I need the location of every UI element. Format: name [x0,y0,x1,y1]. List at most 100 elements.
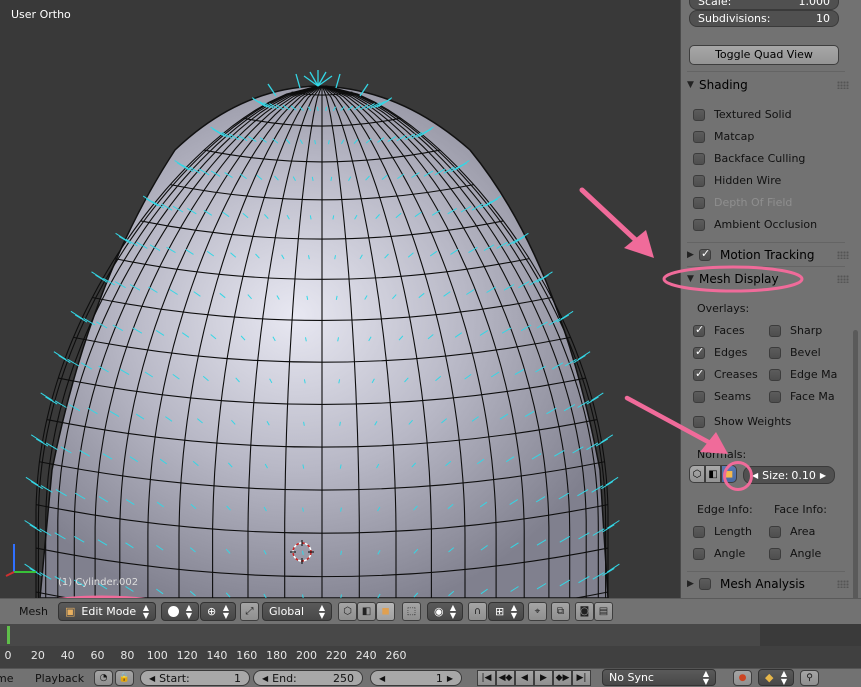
shading-option[interactable]: Hidden Wire [693,174,781,187]
edge-select-icon[interactable]: ◧ [357,602,376,621]
shading-mode-selector[interactable]: ▲ ▼ [161,602,199,621]
show-weights-checkbox[interactable] [693,415,705,428]
overlay-option-checkbox[interactable] [693,323,705,337]
mesh-render[interactable] [0,0,680,598]
face-info-option[interactable]: Angle [769,547,821,560]
keying-set-icon[interactable]: ◔ [94,670,113,686]
3d-viewport[interactable]: User Ortho (1) Cylinder.002 [0,0,680,598]
lock-icon[interactable]: 🔒 [115,670,134,686]
dropdown-arrows-icon: ▲ ▼ [449,602,456,620]
next-keyframe-icon[interactable]: ◆▶ [553,670,572,686]
play-reverse-icon[interactable]: ◀ [515,670,534,686]
overlay-option[interactable]: Bevel [769,346,821,359]
overlay-option[interactable]: Creases [693,367,758,381]
overlay-option[interactable]: Face Ma [769,390,835,403]
frame-tick-label: 20 [30,649,45,662]
edge-info-option[interactable]: Angle [693,547,745,560]
overlay-option[interactable]: Faces [693,323,745,337]
shading-option[interactable]: Matcap [693,130,754,143]
object-label: (1) Cylinder.002 [58,577,139,588]
snap-magnet-icon[interactable]: ∩ [468,602,487,621]
face-info-option[interactable]: Area [769,525,815,538]
face-select-icon[interactable]: ◼ [376,602,395,621]
show-weights-toggle[interactable]: Show Weights [693,415,791,428]
overlay-option-checkbox[interactable] [693,345,705,359]
grip-icon[interactable] [837,251,849,259]
overlay-option[interactable]: Sharp [769,324,822,337]
copy-icon[interactable]: ⧉ [551,602,570,621]
pivot-point-selector[interactable]: ⊕ ▲ ▼ [200,602,236,621]
grip-icon[interactable] [837,81,849,89]
current-frame-marker[interactable] [7,626,10,644]
view-menu[interactable]: me [0,672,13,685]
shading-option-checkbox[interactable] [693,218,705,231]
edge-info-option-checkbox[interactable] [693,547,705,560]
motion-tracking-checkbox[interactable] [699,247,711,261]
overlay-option-label: Edges [714,346,748,359]
properties-scrollbar[interactable] [853,330,858,598]
mesh-display-panel-header[interactable]: ▼ Mesh Display [687,269,849,289]
snap-target-icon[interactable]: ⌖ [528,602,547,621]
manipulator-icon[interactable]: ⤢ [240,602,259,621]
edge-info-option-checkbox[interactable] [693,525,705,538]
vertex-normals-icon[interactable]: ⬡ [689,465,705,483]
grip-icon[interactable] [837,275,849,283]
current-frame-field[interactable]: ◀ 1 ▶ [370,670,462,686]
shading-option[interactable]: Ambient Occlusion [693,218,817,231]
record-icon[interactable]: ● [733,670,752,686]
shading-option-checkbox[interactable] [693,174,705,187]
mesh-menu[interactable]: Mesh [19,605,48,618]
playback-menu[interactable]: Playback [35,672,84,685]
subdivisions-field[interactable]: Subdivisions: 10 [689,10,839,27]
overlay-option-checkbox[interactable] [769,324,781,337]
normals-size-field[interactable]: ◀ Size: 0.10 ▶ [743,466,835,484]
overlay-option[interactable]: Edges [693,345,748,359]
orientation-selector[interactable]: Global ▲ ▼ [262,602,332,621]
render-camera-icon[interactable]: ◙ [575,602,594,621]
toggle-quad-view-button[interactable]: Toggle Quad View [689,45,839,65]
shading-option: Depth Of Field [693,196,792,209]
keying-tool-icon[interactable]: ⚲ [800,670,819,686]
sync-selector[interactable]: No Sync ▲ ▼ [602,669,716,686]
play-icon[interactable]: ▶ [534,670,553,686]
timeline[interactable]: 0 20 40 60 80 100 120 140 160 180 200 220 240 260 [0,624,861,668]
mesh-analysis-checkbox[interactable] [699,578,711,590]
prev-keyframe-icon[interactable]: ◀◆ [496,670,515,686]
overlay-option-checkbox[interactable] [693,367,705,381]
shading-option[interactable]: Textured Solid [693,108,792,121]
scale-field[interactable]: Scale: 1.000 [689,0,839,10]
mesh-analysis-panel-header[interactable]: ▶ Mesh Analysis [687,574,849,594]
keying-type-selector[interactable]: ◆ ▲ ▼ [758,669,794,686]
start-frame-field[interactable]: ◀ Start: 1 [140,670,250,686]
shading-panel-header[interactable]: ▼ Shading [687,75,849,95]
motion-tracking-panel-header[interactable]: ▶ Motion Tracking [687,245,849,265]
shading-option-checkbox[interactable] [693,108,705,121]
face-info-option-checkbox[interactable] [769,525,781,538]
face-info-option-checkbox[interactable] [769,547,781,560]
clapboard-icon[interactable]: ▤ [594,602,613,621]
overlay-option-checkbox[interactable] [769,390,781,403]
vertex-select-icon[interactable]: ⬡ [338,602,357,621]
limit-selection-icon[interactable]: ⬚ [402,602,421,621]
edge-info-option[interactable]: Length [693,525,752,538]
shading-option-checkbox[interactable] [693,152,705,165]
grip-icon[interactable] [837,580,849,588]
end-frame-field[interactable]: ◀ End: 250 [253,670,363,686]
jump-start-icon[interactable]: |◀ [477,670,496,686]
timeline-track[interactable] [0,624,760,646]
shading-option-label: Depth Of Field [714,196,793,209]
snap-element-selector[interactable]: ⊞ ▲ ▼ [488,602,524,621]
frame-tick-label: 100 [146,649,168,662]
jump-end-icon[interactable]: ▶| [572,670,591,686]
shading-option[interactable]: Backface Culling [693,152,805,165]
proportional-editing-selector[interactable]: ◉ ▲ ▼ [427,602,463,621]
overlay-option-checkbox[interactable] [769,368,781,381]
shading-option-checkbox[interactable] [693,130,705,143]
overlay-option-checkbox[interactable] [769,346,781,359]
overlay-option[interactable]: Edge Ma [769,368,837,381]
mode-selector[interactable]: ▣ Edit Mode ▲ ▼ [58,602,156,621]
split-normals-icon[interactable]: ◧ [705,465,721,483]
overlay-option-checkbox[interactable] [693,390,705,403]
shading-option-label: Ambient Occlusion [714,218,818,231]
overlay-option[interactable]: Seams [693,390,751,403]
